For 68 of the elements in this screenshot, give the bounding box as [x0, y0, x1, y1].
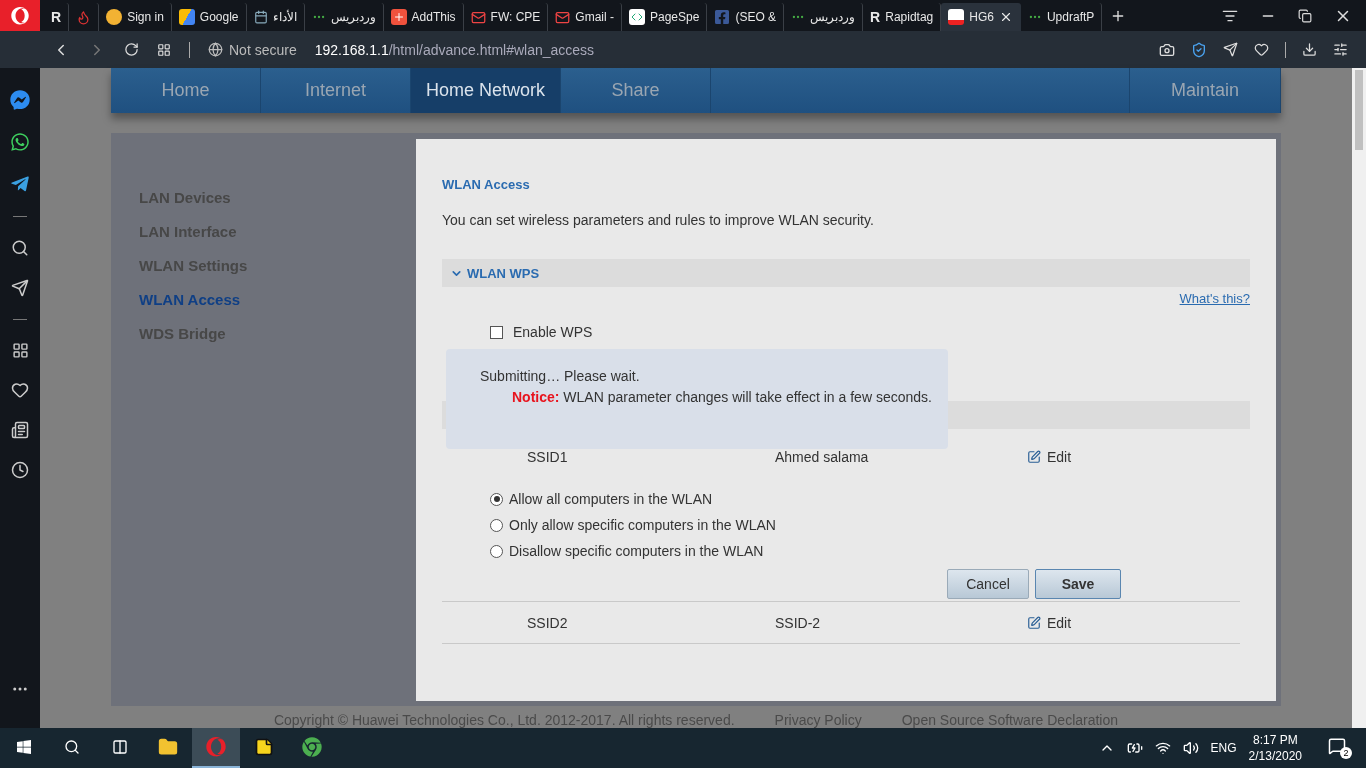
grid-icon[interactable] [157, 42, 171, 57]
table-cell-text: SSID-2 [775, 614, 822, 631]
whatsapp-icon[interactable] [10, 132, 30, 152]
browser-logo[interactable] [0, 0, 40, 31]
radio-label: Only allow specific computers in the WLAN [509, 517, 776, 533]
cancel-button[interactable]: Cancel [947, 569, 1029, 599]
browser-tab[interactable]: HG6 [941, 3, 1021, 31]
edit-icon [1027, 615, 1041, 630]
opera-logo-icon [206, 737, 226, 757]
code-icon [629, 9, 645, 25]
router-logo-icon [948, 9, 965, 25]
search-icon[interactable] [64, 739, 80, 755]
security-indicator[interactable]: Not secure [208, 41, 297, 58]
checkbox[interactable] [490, 325, 503, 339]
section-title: WLAN WPS [467, 265, 540, 281]
windows-logo-icon[interactable] [16, 739, 32, 755]
wifi-icon[interactable] [1154, 740, 1171, 756]
table-cell-text: SSID1 [527, 449, 569, 465]
table-cell-text: Ahmed salama [775, 449, 870, 465]
chrome-logo-icon [302, 737, 322, 757]
radio-button[interactable] [490, 518, 503, 532]
volume-icon[interactable] [1182, 740, 1199, 756]
sticky-note-icon [254, 737, 274, 757]
mail-icon [470, 9, 486, 25]
reload-icon[interactable] [124, 42, 139, 57]
camera-icon[interactable] [1159, 41, 1175, 58]
grid-icon[interactable] [11, 342, 29, 359]
battery-icon[interactable] [1126, 740, 1143, 756]
clock[interactable]: 8:17 PM 2/13/2020 [1248, 732, 1302, 764]
send-icon[interactable] [11, 279, 29, 297]
language-indicator[interactable]: ENG [1210, 741, 1237, 755]
plus-icon [390, 9, 407, 25]
help-link[interactable]: What's this? [1179, 291, 1250, 306]
search-icon[interactable] [11, 239, 29, 257]
edit-link[interactable]: Edit [1027, 614, 1240, 631]
heart-icon[interactable] [1254, 42, 1269, 57]
heart-icon[interactable] [11, 381, 29, 399]
dialog-message: Submitting… Please wait. [480, 368, 641, 384]
shield-icon[interactable] [1191, 41, 1207, 58]
edit-link[interactable]: Edit [1027, 449, 1240, 465]
calendar-icon [253, 10, 268, 24]
table-cell-text: SSID2 [527, 614, 569, 631]
radio-button[interactable] [490, 544, 503, 558]
save-button[interactable]: Save [1035, 569, 1121, 599]
radio-label: Disallow specific computers in the WLAN [509, 543, 764, 559]
radio-button[interactable] [490, 492, 503, 506]
edit-icon [1027, 450, 1041, 464]
task-view-icon[interactable] [112, 739, 128, 755]
restore-icon[interactable] [1298, 8, 1312, 23]
mail-icon [555, 9, 571, 25]
url-text[interactable]: 192.168.1.1/html/advance.html#wlan_access [314, 41, 595, 58]
section-header[interactable]: WLAN WPS [442, 259, 1250, 287]
dialog-notice: Notice: WLAN parameter changes will take effect in a few seconds. [512, 389, 933, 405]
telegram-icon[interactable] [10, 174, 30, 194]
folder-icon [158, 737, 178, 757]
settings-icon[interactable] [1333, 42, 1348, 57]
nav-tab[interactable]: Home Network [411, 68, 561, 113]
page-title: WLAN Access [442, 177, 531, 192]
download-icon[interactable] [1302, 42, 1317, 57]
page-description: You can set wireless parameters and rules to improve WLAN security. [442, 212, 875, 228]
send-icon[interactable] [1223, 42, 1238, 57]
news-icon[interactable] [11, 421, 29, 439]
scroll-bar[interactable] [1352, 68, 1366, 728]
clock-icon[interactable] [11, 461, 29, 479]
radio-label: Allow all computers in the WLAN [509, 491, 713, 507]
checkbox-label: Enable WPS [513, 324, 593, 340]
facebook-icon [714, 9, 731, 25]
messenger-icon[interactable] [10, 90, 30, 110]
